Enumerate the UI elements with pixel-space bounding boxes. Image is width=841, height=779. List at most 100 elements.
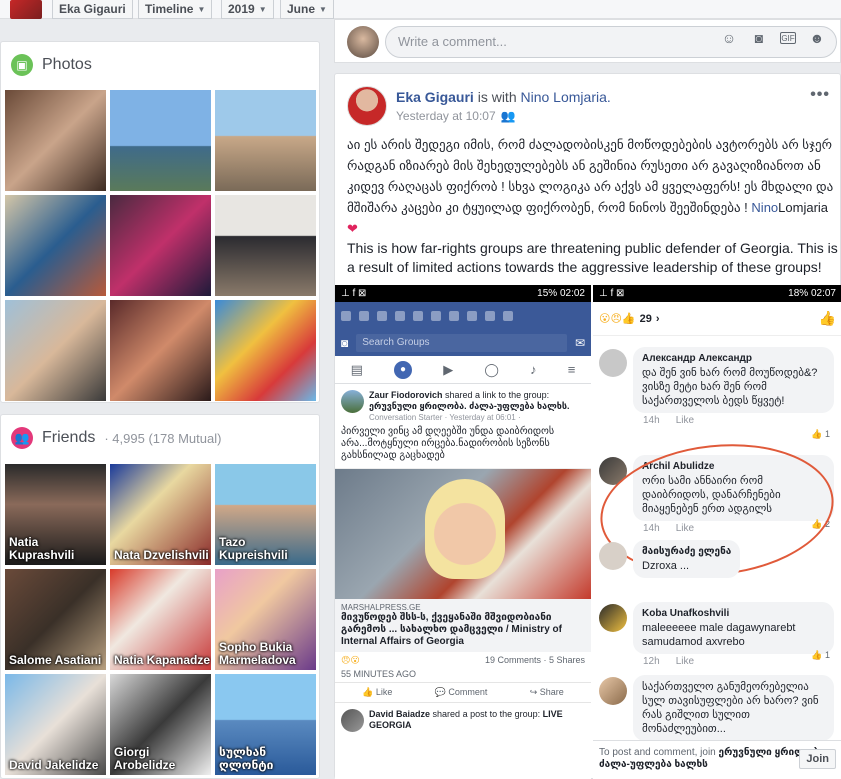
avatar — [347, 26, 379, 58]
heart-icon: ❤ — [347, 221, 358, 236]
top-bar: Eka Gigauri Timeline ▼ 2019 ▼ June ▼ — [0, 0, 841, 19]
photo-thumbnail[interactable] — [5, 90, 106, 191]
comment-share-count: 19 Comments · 5 Shares — [484, 655, 585, 665]
friend-name[interactable]: Salome Asatiani — [9, 654, 101, 667]
profile-name-button[interactable]: Eka Gigauri — [52, 0, 133, 19]
photo-thumbnail[interactable] — [110, 90, 211, 191]
friend-name[interactable]: Natia Kapanadze — [114, 654, 210, 667]
search-bar: ◙ Search Groups ✉ — [335, 329, 591, 356]
count: 1 — [824, 429, 830, 439]
friend-name[interactable]: Sopho Bukia Marmeladova — [219, 641, 316, 667]
time-ago-row: 55 MINUTES AGO — [335, 669, 591, 682]
friend-name[interactable]: სულხან ღლონტი — [219, 746, 316, 772]
emoji-icon[interactable]: ☺ — [720, 29, 738, 47]
photo-thumbnail[interactable] — [215, 195, 316, 296]
count: 1 — [824, 650, 830, 660]
gif-icon[interactable]: GIF — [780, 32, 796, 44]
share-action: ↪ Share — [529, 687, 564, 697]
photos-card: ▣ Photos — [0, 41, 320, 403]
comment-label: Comment — [448, 687, 488, 697]
post-author-avatar[interactable] — [347, 86, 387, 126]
photos-title[interactable]: Photos — [42, 56, 92, 74]
sharer-name: Zaur Fiodorovich — [369, 390, 443, 400]
month-dropdown[interactable]: June ▼ — [280, 0, 334, 19]
join-prompt: To post and comment, join ერუვნული ყრილო… — [593, 740, 841, 779]
friend-name[interactable]: Natia Kuprashvili — [9, 536, 106, 562]
link-preview: MARSHALPRESS.GE მივუწოდებ შსს-ს, ქვეყანა… — [335, 599, 591, 652]
with-label: is with — [477, 89, 517, 105]
friend-name[interactable]: Nata Dzvelishvili — [114, 549, 209, 562]
post-author-link[interactable]: Eka Gigauri — [396, 89, 474, 105]
photo-thumbnail[interactable] — [215, 90, 316, 191]
comment-text: ორი სამი ანნაირი რომ დაიბრიდოს, დანარჩენ… — [642, 475, 781, 515]
post-image-2[interactable]: ⊥ f ⊠ 18% 02:07 😮😠👍 29 › 👍 Александр Але… — [593, 285, 841, 779]
tag-link[interactable]: NinoLomjaria — [751, 200, 828, 215]
shared-text: shared a link to the group: — [445, 390, 550, 400]
chevron-down-icon: ▼ — [258, 4, 267, 14]
post-actions: 👍 Like 💬 Comment ↪ Share — [335, 682, 591, 703]
tagged-user-link[interactable]: Nino Lomjaria. — [521, 89, 611, 105]
friend-name[interactable]: Tazo Kupreishvili — [219, 536, 316, 562]
bell-icon: ♪ — [530, 362, 537, 377]
post: Eka Gigauri is with Nino Lomjaria. Yeste… — [334, 73, 841, 779]
sticker-icon[interactable]: ☻ — [808, 29, 826, 47]
chevron-down-icon: ▼ — [319, 4, 327, 14]
group-name: ერუვნული ყრილობა. ძალა-უფლება ხალხს. — [369, 401, 570, 411]
comment: Archil Abulidze ორი სამი ანნაირი რომ დაიბ… — [599, 455, 834, 534]
post-text-georgian: აი ეს არის შედეგი იმის, რომ ძალადობისკენ… — [347, 134, 837, 239]
comment-bubble: Александр Александр და შენ ვინ ხარ რომ მო… — [633, 347, 834, 413]
avatar — [599, 542, 627, 570]
comment: Александр Александр და შენ ვინ ხარ რომ მო… — [599, 347, 834, 439]
groups-icon: ● — [394, 360, 413, 379]
comment-time: 14h — [643, 523, 660, 534]
post-timestamp[interactable]: Yesterday at 10:07 👥 — [396, 109, 516, 123]
friend-tile[interactable]: სულხან ღლონტი — [215, 674, 316, 775]
friend-name[interactable]: Giorgi Arobelidze — [114, 746, 211, 772]
photo-thumbnail[interactable] — [110, 195, 211, 296]
camera-icon[interactable]: ◙ — [750, 29, 768, 47]
photo-thumbnail[interactable] — [5, 195, 106, 296]
app-icons-row — [335, 302, 591, 329]
more-options-icon[interactable]: ••• — [810, 86, 830, 104]
commenter-name: Koba Unafkoshvili — [642, 608, 730, 619]
photos-header: ▣ Photos — [11, 54, 92, 76]
friend-tile[interactable]: Natia Kuprashvili — [5, 464, 106, 565]
profile-avatar[interactable] — [10, 0, 42, 19]
photo-thumbnail[interactable] — [110, 300, 211, 401]
timeline-dropdown[interactable]: Timeline ▼ — [138, 0, 213, 19]
chevron-right-icon: › — [655, 312, 660, 325]
tag-last: Lomjaria — [778, 200, 829, 215]
friend-name[interactable]: David Jakelidze — [9, 759, 98, 772]
comment-like: Like — [675, 523, 695, 534]
friends-title[interactable]: Friends — [42, 429, 95, 447]
newsfeed-icon: ▤ — [350, 361, 363, 377]
post-stats: 😠😮 19 Comments · 5 Shares — [335, 652, 591, 669]
post-image-1[interactable]: ⊥ f ⊠ 15% 02:02 ◙ Search Groups ✉ ▤ ● ▶ … — [335, 285, 591, 779]
commenter-name: Archil Abulidze — [642, 461, 715, 472]
comment-reaction-count: 👍 2 — [811, 519, 830, 529]
comment-text: საქართველო განუმეორებელია სულ თავისუფლებ… — [642, 681, 819, 735]
photo-thumbnail[interactable] — [5, 300, 106, 401]
status-right: 15% 02:02 — [537, 288, 585, 299]
status-left-icons: ⊥ f ⊠ — [599, 288, 625, 299]
friend-tile[interactable]: Nata Dzvelishvili — [110, 464, 211, 565]
friend-tile[interactable]: Natia Kapanadze — [110, 569, 211, 670]
friend-tile[interactable]: Giorgi Arobelidze — [110, 674, 211, 775]
friend-tile[interactable]: Tazo Kupreishvili — [215, 464, 316, 565]
comment-bubble: საქართველო განუმეორებელია სულ თავისუფლებ… — [633, 675, 834, 741]
post-time[interactable]: Yesterday at 10:07 — [396, 109, 496, 123]
post-meta: Conversation Starter · Yesterday at 06:0… — [369, 413, 521, 422]
comment-action: 💬 Comment — [434, 687, 488, 697]
photo-thumbnail[interactable] — [215, 300, 316, 401]
avatar — [341, 390, 364, 413]
year-dropdown[interactable]: 2019 ▼ — [221, 0, 274, 19]
search-groups-input: Search Groups — [356, 333, 567, 352]
video-icon: ▶ — [443, 361, 454, 377]
sharer2-name: David Baiadze — [369, 709, 431, 719]
phone-status-bar: ⊥ f ⊠ 18% 02:07 — [593, 285, 841, 302]
comment-bubble: მაისურაძე ელენა Dzroxa ... — [633, 540, 741, 578]
friend-tile[interactable]: David Jakelidze — [5, 674, 106, 775]
portrait — [425, 479, 505, 579]
friend-tile[interactable]: Sopho Bukia Marmeladova — [215, 569, 316, 670]
friend-tile[interactable]: Salome Asatiani — [5, 569, 106, 670]
